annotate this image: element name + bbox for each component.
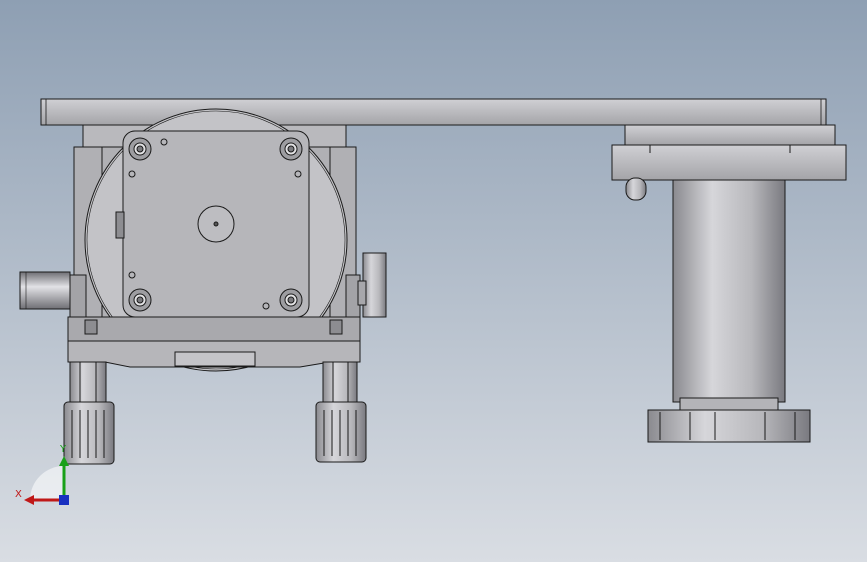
- top-plate[interactable]: [40, 98, 827, 126]
- cad-viewport[interactable]: X Y: [0, 0, 867, 562]
- lower-base[interactable]: [67, 316, 361, 342]
- pillar-tube[interactable]: [672, 179, 786, 403]
- x-axis-label: X: [15, 489, 22, 500]
- left-side-knob[interactable]: [19, 271, 71, 310]
- y-axis-label: Y: [59, 444, 67, 455]
- left-adjuster[interactable]: [63, 361, 115, 465]
- pillar-base-wheel[interactable]: [647, 409, 811, 443]
